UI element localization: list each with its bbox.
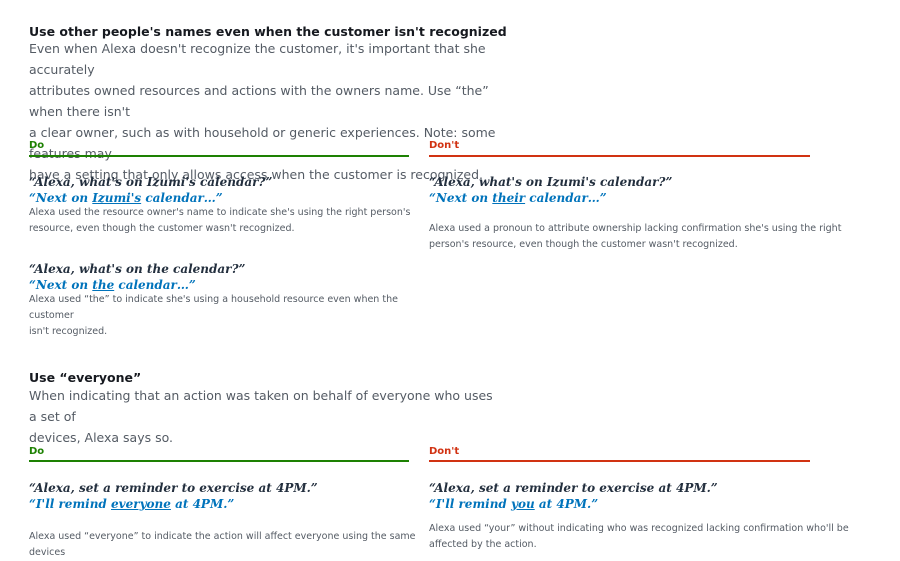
do-rule <box>29 460 409 462</box>
example-quote: “Alexa, set a reminder to exercise at 4P… <box>29 481 318 495</box>
section-description: When indicating that an action was taken… <box>29 388 493 445</box>
example-quote: “Alexa, what's on Izumi's calendar?” <box>429 175 673 189</box>
dont-example: “Alexa, set a reminder to exercise at 4P… <box>429 481 849 553</box>
section-title: Use “everyone” <box>29 370 142 385</box>
do-rule <box>29 155 409 157</box>
example-response: “I'll remind you at 4PM.” <box>429 497 599 511</box>
dont-label: Don't <box>429 140 460 151</box>
example-response: “Next on their calendar…” <box>429 191 607 205</box>
example-quote: “Alexa, what's on Izumi's calendar?” <box>29 175 273 189</box>
do-example: “Alexa, what's on the calendar?” “Next o… <box>29 262 419 340</box>
example-quote: “Alexa, set a reminder to exercise at 4P… <box>429 481 718 495</box>
dont-rule <box>429 155 810 157</box>
do-label: Do <box>29 140 45 151</box>
do-example: “Alexa, what's on Izumi's calendar?” “Ne… <box>29 175 419 237</box>
dont-example: “Alexa, what's on Izumi's calendar?” “Ne… <box>429 175 849 253</box>
example-note: Alexa used “your” without indicating who… <box>429 523 849 550</box>
example-quote: “Alexa, what's on the calendar?” <box>29 262 246 276</box>
example-note: Alexa used “the” to indicate she's using… <box>29 294 398 337</box>
example-note: Alexa used a pronoun to attribute owners… <box>429 223 842 250</box>
example-response: “Next on the calendar…” <box>29 278 196 292</box>
section-title: Use other people's names even when the c… <box>29 24 507 39</box>
dont-rule <box>429 460 810 462</box>
example-response: “I'll remind everyone at 4PM.” <box>29 497 235 511</box>
do-label: Do <box>29 446 45 457</box>
dont-label: Don't <box>429 446 460 457</box>
example-response: “Next on Izumi's calendar…” <box>29 191 223 205</box>
do-example: “Alexa, set a reminder to exercise at 4P… <box>29 481 449 561</box>
section-description: Even when Alexa doesn't recognize the cu… <box>29 41 496 182</box>
example-note: Alexa used “everyone” to indicate the ac… <box>29 531 416 558</box>
example-note: Alexa used the resource owner's name to … <box>29 207 411 234</box>
